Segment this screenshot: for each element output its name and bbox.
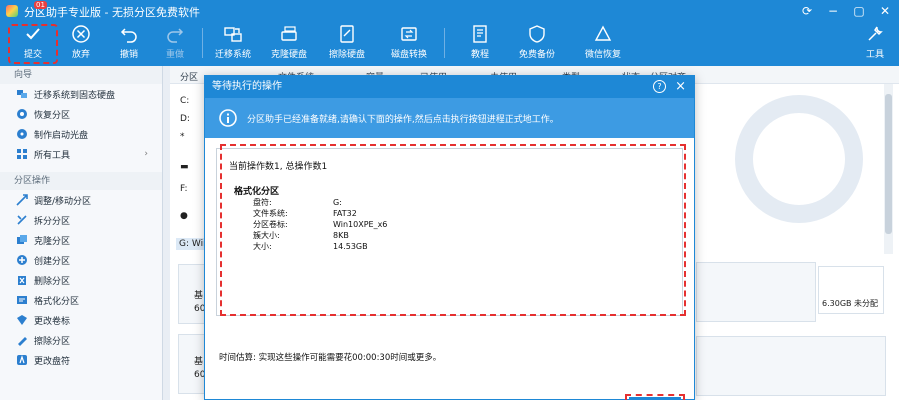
usage-ring xyxy=(735,95,863,223)
delete-icon xyxy=(18,276,26,285)
disk-icon: ▬ xyxy=(180,162,189,172)
scrollbar[interactable] xyxy=(884,84,893,254)
migrate-system-button[interactable]: 迁移系统 xyxy=(210,24,256,64)
col-partition[interactable]: 分区 xyxy=(180,70,198,83)
disk-icon: ● xyxy=(180,211,188,221)
sidebar-item-resize-move[interactable]: 调整/移动分区 xyxy=(0,190,162,210)
partition-row-f[interactable]: F: xyxy=(180,184,188,194)
disk-card-label: 基 xyxy=(194,357,204,367)
undo-icon xyxy=(120,28,137,43)
wechat-restore-icon xyxy=(594,25,612,41)
top-bar: 分区助手专业版 - 无损分区免费软件 ⟳ − ▢ ✕ 提交 放弃 撤销 重做 迁… xyxy=(0,0,899,66)
convert-disk-button[interactable]: 磁盘转换 xyxy=(386,24,432,64)
migrate-icon xyxy=(17,90,27,98)
sidebar-item-split[interactable]: 拆分分区 xyxy=(0,210,162,230)
clone-icon xyxy=(17,235,27,244)
partition-block[interactable] xyxy=(696,336,886,396)
disc-icon xyxy=(17,129,27,139)
wizard-section-title: 向导 xyxy=(0,66,162,84)
undo-button[interactable]: 撤销 xyxy=(106,24,152,64)
sidebar-item-migrate-ssd[interactable]: 迁移系统到固态硬盘 xyxy=(0,84,162,104)
resize-icon xyxy=(16,194,28,206)
sidebar-item-recover-partition[interactable]: 恢复分区 xyxy=(0,104,162,124)
window-title: 分区助手专业版 - 无损分区免费软件 xyxy=(24,6,200,19)
sidebar-item-change-letter[interactable]: 更改盘符 xyxy=(0,350,162,370)
migrate-icon xyxy=(224,27,242,42)
redo-icon xyxy=(167,28,184,43)
wechat-restore-button[interactable]: 微信恢复 xyxy=(580,24,626,64)
sidebar-item-create[interactable]: 创建分区 xyxy=(0,250,162,270)
sidebar-item-delete[interactable]: 删除分区 xyxy=(0,270,162,290)
letter-icon xyxy=(17,355,27,365)
toolbar-separator xyxy=(202,28,203,58)
info-icon xyxy=(219,109,237,127)
wipe-disk-button[interactable]: 擦除硬盘 xyxy=(324,24,370,64)
partition-row-c[interactable]: C: xyxy=(180,96,189,106)
clone-disk-icon xyxy=(281,26,297,41)
pending-operations-dialog: 等待执行的操作 ? × 分区助手已经准备就绪,请确认下面的操作,然后点击执行按钮… xyxy=(204,75,695,400)
create-icon xyxy=(17,255,27,265)
label-icon xyxy=(17,315,27,325)
format-icon xyxy=(17,296,27,304)
close-icon[interactable]: × xyxy=(675,76,686,98)
partition-row-d[interactable]: D: xyxy=(180,114,190,124)
maximize-icon[interactable]: ▢ xyxy=(851,3,867,19)
help-icon[interactable]: ? xyxy=(653,80,666,93)
info-text: 分区助手已经准备就绪,请确认下面的操作,然后点击执行按钮进程正式地工作。 xyxy=(247,114,559,125)
dialog-title-bar: 等待执行的操作 ? × xyxy=(205,76,694,98)
cancel-icon xyxy=(72,25,90,43)
disk-card-label: 基 xyxy=(194,291,204,301)
operations-highlight xyxy=(220,144,686,316)
sidebar-item-wipe[interactable]: 擦除分区 xyxy=(0,330,162,350)
split-icon xyxy=(17,215,27,225)
submit-highlight xyxy=(8,24,58,64)
ops-section-title: 分区操作 xyxy=(0,172,162,190)
tutorial-icon xyxy=(473,25,487,43)
redo-button[interactable]: 重做 xyxy=(152,24,198,64)
sidebar: 向导 迁移系统到固态硬盘 恢复分区 制作启动光盘 所有工具 › 分区操作 调整/… xyxy=(0,66,163,400)
title-bar: 分区助手专业版 - 无损分区免费软件 ⟳ − ▢ ✕ xyxy=(0,0,899,22)
toolbar-separator xyxy=(444,28,445,58)
sidebar-item-change-label[interactable]: 更改卷标 xyxy=(0,310,162,330)
unallocated-size: 6.30GB 未分配 xyxy=(822,299,879,308)
sidebar-item-clone[interactable]: 克隆分区 xyxy=(0,230,162,250)
partition-block[interactable] xyxy=(696,262,816,322)
tutorial-button[interactable]: 教程 xyxy=(457,24,503,64)
clone-disk-button[interactable]: 克隆硬盘 xyxy=(266,24,312,64)
free-backup-button[interactable]: 免费备份 xyxy=(514,24,560,64)
dialog-title: 等待执行的操作 xyxy=(212,81,282,92)
sidebar-item-boot-disc[interactable]: 制作启动光盘 xyxy=(0,124,162,144)
chevron-right-icon: › xyxy=(144,149,148,159)
tools-button[interactable]: 工具 xyxy=(852,24,898,64)
tools-icon xyxy=(17,149,27,159)
close-icon[interactable]: ✕ xyxy=(877,3,893,19)
app-logo-icon xyxy=(6,5,18,17)
pending-count-badge: 01 xyxy=(34,1,47,9)
sidebar-item-all-tools[interactable]: 所有工具 › xyxy=(0,144,162,164)
discard-button[interactable]: 放弃 xyxy=(58,24,104,64)
scrollbar-thumb[interactable] xyxy=(885,94,892,234)
time-estimate: 时间估算: 实现这些操作可能需要花00:00:30时间或更多。 xyxy=(219,353,442,363)
sidebar-item-format[interactable]: 格式化分区 xyxy=(0,290,162,310)
toolbar: 提交 放弃 撤销 重做 迁移系统 克隆硬盘 擦除硬盘 磁盘转换 教程 免费备份 … xyxy=(0,22,899,66)
backup-icon xyxy=(529,25,545,43)
tools-icon xyxy=(868,26,883,41)
refresh-icon[interactable]: ⟳ xyxy=(799,3,815,19)
recover-icon xyxy=(17,109,27,119)
wipe-disk-icon xyxy=(340,25,354,43)
wipe-icon xyxy=(18,337,27,346)
info-banner: 分区助手已经准备就绪,请确认下面的操作,然后点击执行按钮进程正式地工作。 xyxy=(205,98,694,138)
partition-row-star[interactable]: * xyxy=(180,132,185,142)
minimize-icon[interactable]: − xyxy=(825,3,841,19)
convert-disk-icon xyxy=(401,27,417,41)
